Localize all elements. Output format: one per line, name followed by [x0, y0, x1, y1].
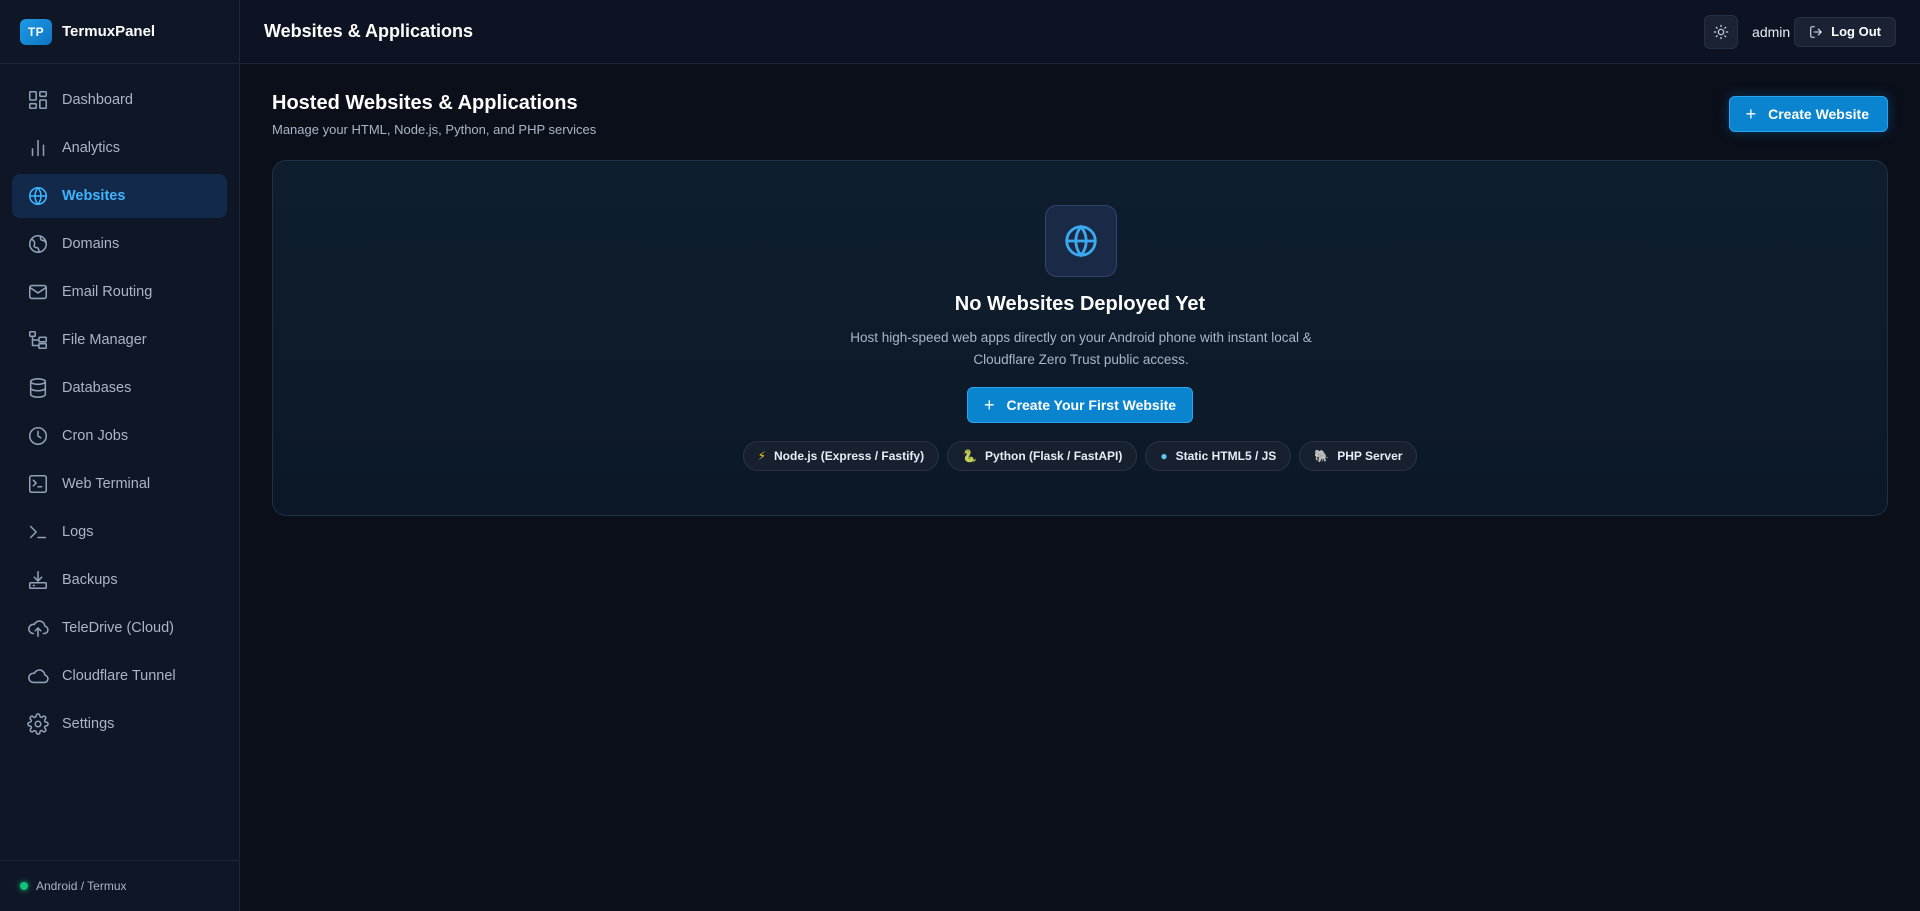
sidebar-item-file-manager[interactable]: File Manager	[12, 318, 227, 362]
download-icon	[26, 568, 50, 592]
lightning-icon: ⚡	[757, 449, 767, 463]
sidebar-item-label: File Manager	[62, 332, 147, 348]
user-name: admin	[1752, 23, 1791, 40]
sidebar-item-label: Dashboard	[62, 92, 133, 108]
globe-icon	[1065, 224, 1097, 258]
sidebar-item-label: Analytics	[62, 140, 121, 156]
logout-icon	[1810, 25, 1822, 38]
page-subtitle: Manage your HTML, Node.js, Python, and P…	[272, 122, 597, 137]
sidebar-item-label: Email Routing	[62, 284, 153, 300]
page-title: Hosted Websites & Applications	[272, 92, 578, 114]
sidebar-item-label: Backups	[62, 572, 118, 588]
platform-label: Android / Termux	[36, 879, 127, 893]
database-icon	[26, 376, 50, 400]
top-header: Websites & Applications admin Log Out	[240, 0, 1920, 64]
domains-icon	[26, 232, 50, 256]
sidebar-item-label: Logs	[62, 524, 94, 540]
plus-icon: +	[1745, 104, 1757, 124]
brand-logo: TP	[20, 18, 52, 45]
sidebar-item-backups[interactable]: Backups	[12, 558, 227, 602]
chip-label: Node.js (Express / Fastify)	[774, 449, 925, 463]
status-dot	[20, 882, 28, 890]
sidebar-item-dashboard[interactable]: Dashboard	[12, 78, 227, 122]
clock-icon	[26, 424, 50, 448]
gear-icon	[26, 712, 50, 736]
chip-static-html: ● Static HTML5 / JS	[1145, 441, 1292, 471]
terminal-window-icon	[26, 472, 50, 496]
empty-state-card: No Websites Deployed Yet Host high-speed…	[272, 160, 1888, 516]
sun-icon	[1713, 24, 1729, 39]
sidebar-item-label: Settings	[62, 716, 115, 732]
sidebar-footer: Android / Termux	[0, 860, 239, 911]
sidebar-item-databases[interactable]: Databases	[12, 366, 227, 410]
sidebar-item-label: Domains	[62, 236, 120, 252]
sidebar-item-label: Web Terminal	[62, 476, 151, 492]
cloud-icon	[26, 664, 50, 688]
chip-label: PHP Server	[1337, 449, 1403, 463]
sidebar-item-domains[interactable]: Domains	[12, 222, 227, 266]
sidebar-item-websites[interactable]: Websites	[12, 174, 227, 218]
sidebar-item-label: Cloudflare Tunnel	[62, 668, 176, 684]
sidebar-item-cloudflare-tunnel[interactable]: Cloudflare Tunnel	[12, 654, 227, 698]
create-first-website-label: Create Your First Website	[1006, 397, 1177, 413]
header-actions: admin Log Out	[1704, 14, 1920, 49]
create-website-button[interactable]: + Create Website	[1728, 96, 1888, 132]
sidebar-item-teledrive[interactable]: TeleDrive (Cloud)	[12, 606, 227, 650]
sidebar-item-cron-jobs[interactable]: Cron Jobs	[12, 414, 227, 458]
chip-label: Python (Flask / FastAPI)	[985, 449, 1123, 463]
theme-toggle-button[interactable]	[1704, 14, 1739, 49]
logout-label: Log Out	[1831, 24, 1881, 39]
sidebar-item-email-routing[interactable]: Email Routing	[12, 270, 227, 314]
sidebar-item-settings[interactable]: Settings	[12, 702, 227, 746]
empty-state-description: Host high-speed web apps directly on you…	[850, 330, 1312, 367]
create-first-website-button[interactable]: + Create Your First Website	[967, 387, 1193, 423]
runtime-chips: ⚡ Node.js (Express / Fastify) 🐍 Python (…	[273, 441, 1887, 471]
create-website-label: Create Website	[1768, 106, 1869, 122]
elephant-icon: 🐘	[1314, 449, 1330, 463]
mail-icon	[26, 280, 50, 304]
cloud-upload-icon	[26, 616, 50, 640]
header-title: Websites & Applications	[264, 21, 474, 41]
sidebar-item-label: Databases	[62, 380, 132, 396]
main-content: Hosted Websites & Applications Manage yo…	[240, 64, 1920, 911]
chip-nodejs: ⚡ Node.js (Express / Fastify)	[742, 441, 940, 471]
empty-state-globe	[1045, 205, 1117, 277]
sidebar-nav: Dashboard Analytics Websites Domains Ema…	[0, 64, 239, 746]
snake-icon: 🐍	[962, 449, 978, 463]
sidebar-item-logs[interactable]: Logs	[12, 510, 227, 554]
sidebar-item-label: Websites	[62, 188, 126, 204]
empty-state-title: No Websites Deployed Yet	[954, 293, 1206, 315]
chip-label: Static HTML5 / JS	[1175, 449, 1277, 463]
brand[interactable]: TP TermuxPanel	[0, 0, 239, 64]
file-tree-icon	[26, 328, 50, 352]
circle-icon: ●	[1160, 449, 1168, 463]
chip-php: 🐘 PHP Server	[1299, 441, 1418, 471]
dashboard-icon	[26, 88, 50, 112]
brand-name: TermuxPanel	[62, 23, 156, 40]
sidebar-item-web-terminal[interactable]: Web Terminal	[12, 462, 227, 506]
logout-button[interactable]: Log Out	[1794, 16, 1896, 47]
sidebar-item-label: Cron Jobs	[62, 428, 129, 444]
chip-python: 🐍 Python (Flask / FastAPI)	[947, 441, 1138, 471]
analytics-icon	[26, 136, 50, 160]
sidebar: TP TermuxPanel Dashboard Analytics Websi…	[0, 0, 240, 911]
globe-icon	[26, 184, 50, 208]
sidebar-item-label: TeleDrive (Cloud)	[62, 620, 175, 636]
prompt-icon	[26, 520, 50, 544]
plus-icon: +	[983, 395, 995, 415]
sidebar-item-analytics[interactable]: Analytics	[12, 126, 227, 170]
